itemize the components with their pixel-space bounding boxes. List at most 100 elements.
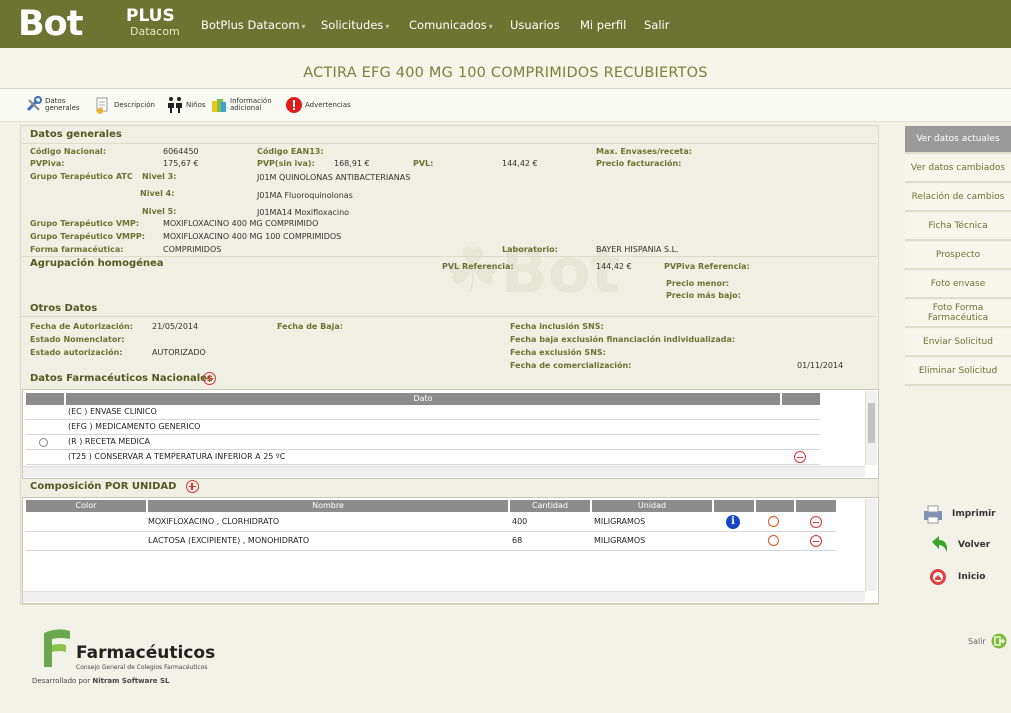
tab-ninos[interactable]: Niños <box>166 95 206 115</box>
value-estado-autorizacion: AUTORIZADO <box>152 348 206 357</box>
value-nivel3: J01M QUINOLONAS ANTIBACTERIANAS <box>257 173 411 182</box>
label-codigo-nacional: Código Nacional: <box>30 147 106 156</box>
section-title-nacionales: Datos Farmacéuticos Nacionales <box>30 373 213 384</box>
value-grupo-vmp: MOXIFLOXACINO 400 MG COMPRIMIDO <box>163 219 319 228</box>
label-grupo-atc: Grupo Terapéutico ATC <box>30 172 133 181</box>
scrollbar-thumb[interactable] <box>868 403 875 443</box>
add-composicion-button[interactable] <box>185 480 199 493</box>
info-icon[interactable]: i <box>726 515 740 529</box>
edit-icon[interactable] <box>768 535 779 546</box>
divider <box>22 143 877 144</box>
nav-usuarios[interactable]: Usuarios <box>510 17 560 33</box>
value-grupo-vmpp: MOXIFLOXACINO 400 MG 100 COMPRIMIDOS <box>163 232 342 241</box>
add-dato-button[interactable] <box>203 372 216 385</box>
tab-descripcion[interactable]: Descripción <box>94 95 155 115</box>
vertical-scrollbar[interactable] <box>865 391 877 465</box>
label-fecha-baja: Fecha de Baja: <box>277 322 343 331</box>
nav-comunicados[interactable]: Comunicados ▾ <box>409 17 493 35</box>
exit-icon <box>991 633 1007 649</box>
label-fecha-comercializacion: Fecha de comercialización: <box>510 361 632 370</box>
value-fecha-autorizacion: 21/05/2014 <box>152 322 199 331</box>
tab-advertencias[interactable]: Advertencias <box>285 95 351 115</box>
botplus-logo[interactable]: Bot <box>18 4 83 44</box>
label-grupo-vmpp: Grupo Terapéutico VMPP: <box>30 232 145 241</box>
ficha-tecnica-button[interactable]: Ficha Técnica <box>905 213 1011 241</box>
nav-solicitudes[interactable]: Solicitudes ▾ <box>321 17 389 35</box>
value-pvl-referencia: 144,42 € <box>596 262 632 271</box>
label-laboratorio: Laboratorio: <box>502 245 558 254</box>
volver-button[interactable]: Volver <box>928 535 990 555</box>
section-title-otros-datos: Otros Datos <box>30 303 98 314</box>
nav-mi-perfil[interactable]: Mi perfil <box>580 17 626 33</box>
home-icon <box>930 569 946 585</box>
remove-dato-button[interactable] <box>794 451 806 463</box>
label-nivel4: Nivel 4: <box>140 189 175 198</box>
folders-icon <box>212 99 226 112</box>
table-header-info <box>714 500 754 512</box>
table-row[interactable]: MOXIFLOXACINO , CLORHIDRATO 400 MILIGRAM… <box>26 513 836 532</box>
eliminar-solicitud-button[interactable]: Eliminar Solicitud <box>905 358 1011 386</box>
table-header-edit <box>756 500 794 512</box>
value-fecha-comercializacion: 01/11/2014 <box>797 361 844 370</box>
label-nivel5: Nivel 5: <box>142 207 177 216</box>
divider <box>22 316 877 317</box>
salir-button[interactable]: Salir <box>968 633 1007 649</box>
label-max-envases: Max. Envases/receta: <box>596 147 692 156</box>
nav-botplus-datacom[interactable]: BotPlus Datacom ▾ <box>201 17 306 35</box>
children-icon <box>168 97 182 113</box>
label-pvl-referencia: PVL Referencia: <box>442 262 514 271</box>
farmaceuticos-logo-icon <box>44 629 70 667</box>
remove-component-button[interactable] <box>810 535 822 547</box>
edit-icon[interactable] <box>768 516 779 527</box>
tab-informacion-adicional[interactable]: Información adicional <box>210 95 272 115</box>
section-title-datos-generales: Datos generales <box>30 129 122 140</box>
footer-brand: Farmacéuticos <box>76 643 216 663</box>
foto-forma-farmaceutica-button[interactable]: Foto Forma Farmacéutica <box>905 300 1011 328</box>
relacion-cambios-button[interactable]: Relación de cambios <box>905 184 1011 212</box>
chevron-down-icon: ▾ <box>488 22 493 31</box>
section-title-composicion: Composición POR UNIDAD <box>30 481 177 492</box>
page-title: ACTIRA EFG 400 MG 100 COMPRIMIDOS RECUBI… <box>303 65 708 81</box>
label-forma-farmaceutica: Forma farmacéutica: <box>30 245 124 254</box>
table-header-remove <box>796 500 836 512</box>
botplus-logo-datacom: Datacom <box>130 25 180 38</box>
table-row[interactable]: LACTOSA (EXCIPIENTE) , MONOHIDRATO 68 MI… <box>26 532 836 551</box>
foto-envase-button[interactable]: Foto envase <box>905 271 1011 299</box>
value-pvl: 144,42 € <box>502 159 538 168</box>
table-row[interactable]: (EFG ) MEDICAMENTO GENERICO <box>26 420 820 435</box>
value-pvp-sin-iva: 168,91 € <box>334 159 370 168</box>
label-fecha-autorizacion: Fecha de Autorización: <box>30 322 133 331</box>
vertical-scrollbar[interactable] <box>865 499 877 591</box>
horizontal-scrollbar[interactable] <box>23 591 865 602</box>
nav-salir[interactable]: Salir <box>644 17 669 33</box>
value-codigo-nacional: 6064450 <box>163 147 199 156</box>
tab-datos-generales[interactable]: Datos generales <box>25 95 80 115</box>
label-pvl: PVL: <box>413 159 434 168</box>
table-header-nombre: Nombre <box>148 500 508 512</box>
radio-button[interactable] <box>39 438 48 447</box>
value-forma-farmaceutica: COMPRIMIDOS <box>163 245 222 254</box>
horizontal-scrollbar[interactable] <box>23 466 865 477</box>
prospecto-button[interactable]: Prospecto <box>905 242 1011 270</box>
label-estado-autorizacion: Estado autorización: <box>30 348 123 357</box>
table-header-color: Color <box>26 500 146 512</box>
table-row[interactable]: (EC ) ENVASE CLINICO <box>26 405 820 420</box>
table-row[interactable]: (R ) RECETA MEDICA <box>26 435 820 450</box>
value-pvpiva: 175,67 € <box>163 159 199 168</box>
ver-datos-actuales-button[interactable]: Ver datos actuales <box>905 126 1011 154</box>
table-row[interactable]: (T25 ) CONSERVAR A TEMPERATURA INFERIOR … <box>26 450 820 465</box>
label-codigo-ean13: Código EAN13: <box>257 147 324 156</box>
document-icon <box>96 97 108 114</box>
section-title-agrupacion: Agrupación homogénea <box>30 258 164 269</box>
imprimir-button[interactable]: Imprimir <box>922 504 996 524</box>
label-pvpiva: PVPiva: <box>30 159 65 168</box>
label-pvpiva-referencia: PVPiva Referencia: <box>664 262 750 271</box>
table-header-cantidad: Cantidad <box>510 500 590 512</box>
enviar-solicitud-button[interactable]: Enviar Solicitud <box>905 329 1011 357</box>
value-nivel5: J01MA14 Moxifloxacino <box>257 208 350 217</box>
value-laboratorio: BAYER HISPANIA S.L. <box>596 245 679 254</box>
ver-datos-cambiados-button[interactable]: Ver datos cambiados <box>905 155 1011 183</box>
inicio-button[interactable]: Inicio <box>929 568 985 586</box>
back-arrow-icon <box>932 536 948 552</box>
remove-component-button[interactable] <box>810 516 822 528</box>
